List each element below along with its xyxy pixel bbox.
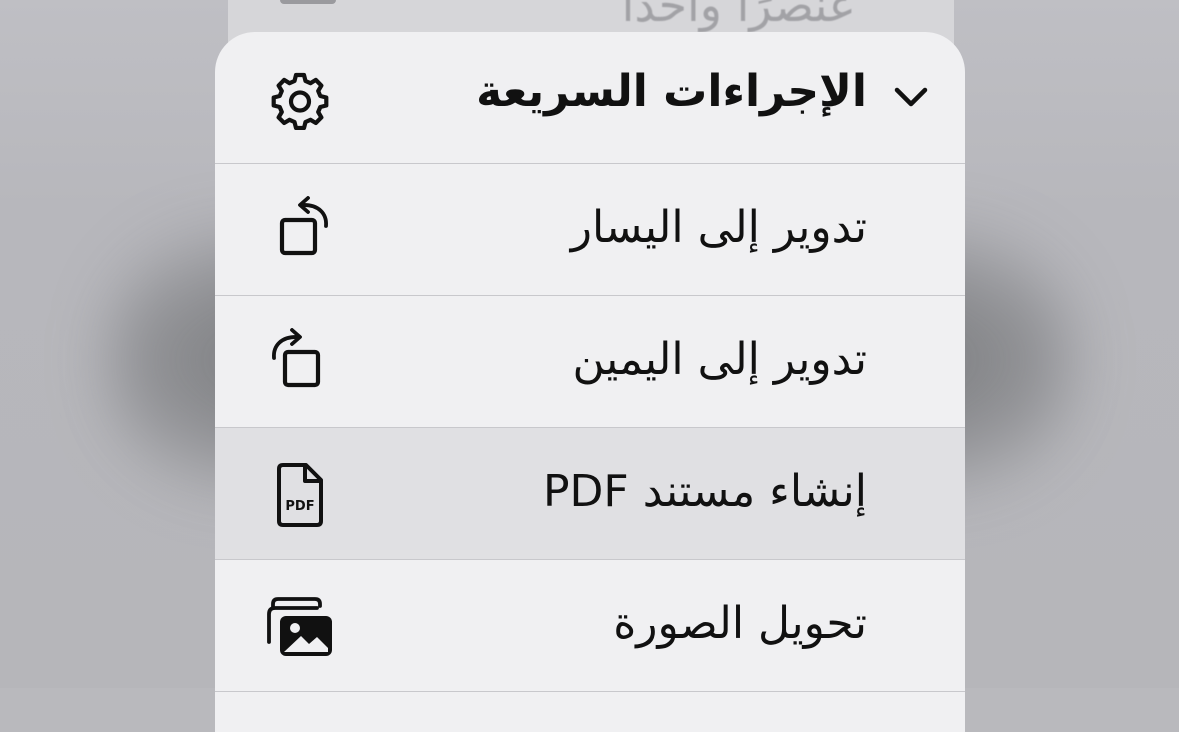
rotate-right-icon: [272, 328, 321, 388]
pdf-document-icon: PDF: [277, 463, 323, 527]
rotate-left-item[interactable]: تدوير إلى اليسار: [215, 164, 965, 296]
gear-icon[interactable]: [270, 70, 330, 130]
create-pdf-label: إنشاء مستند PDF: [543, 466, 867, 517]
rotate-right-label: تدوير إلى اليمين: [572, 334, 867, 385]
pdf-icon-text: PDF: [285, 499, 314, 514]
convert-image-item[interactable]: تحويل الصورة: [215, 560, 965, 692]
rotate-right-item[interactable]: تدوير إلى اليمين: [215, 296, 965, 428]
rotate-left-label: تدوير إلى اليسار: [570, 202, 867, 253]
convert-image-label: تحويل الصورة: [613, 598, 867, 649]
quick-actions-header[interactable]: الإجراءات السريعة: [215, 32, 965, 164]
quick-actions-menu: الإجراءات السريعة تدوير إلى اليسار تدوير…: [215, 32, 965, 732]
chevron-down-icon: [894, 87, 928, 107]
quick-actions-title: الإجراءات السريعة: [476, 66, 867, 117]
background-card-text: عنصرًا واحدًا: [621, 0, 856, 32]
photos-icon: [267, 597, 332, 656]
rotate-left-icon: [279, 196, 328, 256]
create-pdf-item[interactable]: إنشاء مستند PDF PDF: [215, 428, 965, 560]
